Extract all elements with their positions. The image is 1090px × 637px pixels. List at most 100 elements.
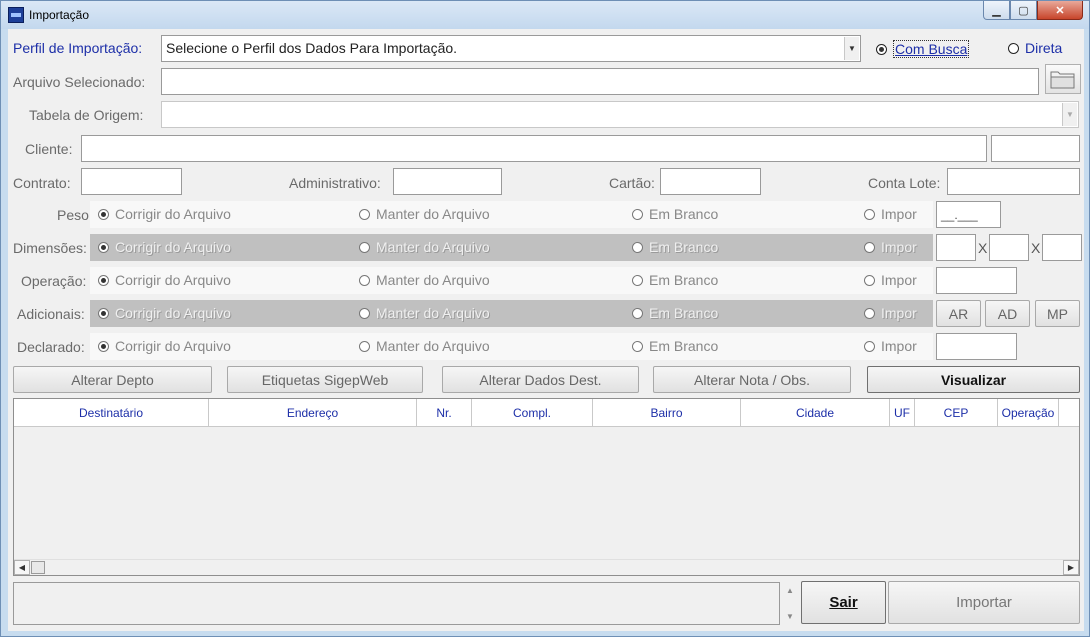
folder-icon bbox=[1050, 71, 1075, 89]
declarado-manter-radio[interactable]: Manter do Arquivo bbox=[359, 338, 490, 354]
alterar-nota-obs-button[interactable]: Alterar Nota / Obs. bbox=[653, 366, 851, 393]
adicionais-label: Adicionais: bbox=[17, 306, 85, 322]
ad-button[interactable]: AD bbox=[985, 300, 1030, 327]
column-header[interactable]: Bairro bbox=[593, 399, 741, 427]
option-label: Corrigir do Arquivo bbox=[115, 239, 231, 255]
column-header[interactable]: Nr. bbox=[417, 399, 472, 427]
declarado-label: Declarado: bbox=[17, 339, 85, 355]
maximize-icon: ▢ bbox=[1018, 4, 1029, 17]
dimensao-largura-input[interactable] bbox=[989, 234, 1029, 261]
log-textarea[interactable] bbox=[13, 582, 780, 625]
title-bar[interactable]: Importação ▁ ▢ ✕ bbox=[1, 1, 1089, 29]
minimize-button[interactable]: ▁ bbox=[983, 1, 1010, 20]
column-header[interactable]: Endereço bbox=[209, 399, 417, 427]
perfil-label: Perfil de Importação: bbox=[13, 40, 143, 56]
operacao-impor-radio[interactable]: Impor bbox=[864, 272, 917, 288]
adicionais-branco-radio[interactable]: Em Branco bbox=[632, 305, 718, 321]
close-icon: ✕ bbox=[1055, 4, 1065, 17]
conta-lote-input[interactable] bbox=[947, 168, 1080, 195]
open-file-button[interactable] bbox=[1045, 64, 1081, 94]
tabela-select[interactable]: ▼ bbox=[161, 101, 1079, 128]
column-header[interactable]: Operação bbox=[998, 399, 1059, 427]
radio-icon bbox=[864, 241, 875, 253]
perfil-select[interactable]: Selecione o Perfil dos Dados Para Import… bbox=[161, 35, 861, 62]
peso-impor-radio[interactable]: Impor bbox=[864, 206, 917, 222]
column-header[interactable]: CEP bbox=[915, 399, 998, 427]
mp-button[interactable]: MP bbox=[1035, 300, 1080, 327]
operacao-manter-radio[interactable]: Manter do Arquivo bbox=[359, 272, 490, 288]
cliente-code-input[interactable] bbox=[991, 135, 1080, 162]
app-icon bbox=[8, 7, 24, 23]
column-header[interactable]: Destinatário bbox=[14, 399, 209, 427]
peso-input[interactable]: __.___ bbox=[936, 201, 1001, 228]
option-label: Manter do Arquivo bbox=[376, 338, 490, 354]
declarado-impor-radio[interactable]: Impor bbox=[864, 338, 917, 354]
peso-branco-radio[interactable]: Em Branco bbox=[632, 206, 718, 222]
etiquetas-sigepweb-button[interactable]: Etiquetas SigepWeb bbox=[227, 366, 423, 393]
dimensoes-impor-radio[interactable]: Impor bbox=[864, 239, 917, 255]
adicionais-impor-radio[interactable]: Impor bbox=[864, 305, 917, 321]
dimensoes-corrigir-radio[interactable]: Corrigir do Arquivo bbox=[98, 239, 231, 255]
peso-corrigir-radio[interactable]: Corrigir do Arquivo bbox=[98, 206, 231, 222]
table-header: Destinatário Endereço Nr. Compl. Bairro … bbox=[14, 399, 1079, 427]
contrato-input[interactable] bbox=[81, 168, 182, 195]
scroll-left-icon[interactable]: ◀ bbox=[14, 560, 30, 575]
dimensao-comprimento-input[interactable] bbox=[1042, 234, 1082, 261]
adicionais-corrigir-radio[interactable]: Corrigir do Arquivo bbox=[98, 305, 231, 321]
declarado-branco-radio[interactable]: Em Branco bbox=[632, 338, 718, 354]
option-label: Impor bbox=[881, 338, 917, 354]
option-label: Corrigir do Arquivo bbox=[115, 305, 231, 321]
option-label: Corrigir do Arquivo bbox=[115, 272, 231, 288]
cliente-input[interactable] bbox=[81, 135, 987, 162]
dimensoes-manter-radio[interactable]: Manter do Arquivo bbox=[359, 239, 490, 255]
operacao-corrigir-radio[interactable]: Corrigir do Arquivo bbox=[98, 272, 231, 288]
radio-icon bbox=[632, 208, 643, 220]
dimensoes-options: Corrigir do Arquivo Manter do Arquivo Em… bbox=[90, 234, 933, 261]
cartao-input[interactable] bbox=[660, 168, 761, 195]
destinatarios-table[interactable]: Destinatário Endereço Nr. Compl. Bairro … bbox=[13, 398, 1080, 576]
dimensao-altura-input[interactable] bbox=[936, 234, 976, 261]
alterar-depto-button[interactable]: Alterar Depto bbox=[13, 366, 212, 393]
operacao-options: Corrigir do Arquivo Manter do Arquivo Em… bbox=[90, 267, 933, 294]
close-button[interactable]: ✕ bbox=[1037, 1, 1083, 20]
declarado-input[interactable] bbox=[936, 333, 1017, 360]
operacao-branco-radio[interactable]: Em Branco bbox=[632, 272, 718, 288]
column-header[interactable]: Compl. bbox=[472, 399, 593, 427]
column-header[interactable]: Cidade bbox=[741, 399, 890, 427]
peso-manter-radio[interactable]: Manter do Arquivo bbox=[359, 206, 490, 222]
radio-selected-icon bbox=[876, 43, 887, 55]
dimensoes-label: Dimensões: bbox=[13, 240, 87, 256]
radio-selected-icon bbox=[98, 307, 109, 319]
chevron-down-icon[interactable]: ▼ bbox=[1062, 103, 1077, 126]
option-label: Impor bbox=[881, 272, 917, 288]
chevron-down-icon[interactable]: ▼ bbox=[844, 37, 859, 60]
operacao-input[interactable] bbox=[936, 267, 1017, 294]
chevron-up-icon[interactable]: ▲ bbox=[786, 586, 794, 595]
ar-button[interactable]: AR bbox=[936, 300, 981, 327]
chevron-down-icon[interactable]: ▼ bbox=[786, 612, 794, 621]
adicionais-manter-radio[interactable]: Manter do Arquivo bbox=[359, 305, 490, 321]
peso-label: Peso: bbox=[57, 207, 93, 223]
perfil-select-value: Selecione o Perfil dos Dados Para Import… bbox=[166, 40, 458, 56]
option-label: Impor bbox=[881, 239, 917, 255]
option-label: Em Branco bbox=[649, 206, 719, 222]
direta-radio[interactable]: Direta bbox=[1008, 40, 1062, 56]
sair-button[interactable]: Sair bbox=[801, 581, 886, 624]
com-busca-radio[interactable]: Com Busca bbox=[876, 40, 970, 58]
administrativo-input[interactable] bbox=[393, 168, 502, 195]
horizontal-scrollbar[interactable]: ◀ ▶ bbox=[14, 559, 1079, 575]
column-header[interactable]: UF bbox=[890, 399, 915, 427]
scroll-thumb[interactable] bbox=[31, 561, 45, 574]
visualizar-button[interactable]: Visualizar bbox=[867, 366, 1080, 393]
maximize-button[interactable]: ▢ bbox=[1010, 1, 1037, 20]
conta-lote-label: Conta Lote: bbox=[868, 175, 941, 191]
declarado-corrigir-radio[interactable]: Corrigir do Arquivo bbox=[98, 338, 231, 354]
arquivo-input[interactable] bbox=[161, 68, 1039, 95]
importar-button[interactable]: Importar bbox=[888, 581, 1080, 624]
radio-selected-icon bbox=[98, 208, 109, 220]
window-title: Importação bbox=[29, 8, 90, 22]
memo-spinner[interactable]: ▲ ▼ bbox=[784, 582, 798, 625]
dimensoes-branco-radio[interactable]: Em Branco bbox=[632, 239, 718, 255]
scroll-right-icon[interactable]: ▶ bbox=[1063, 560, 1079, 575]
alterar-dados-dest-button[interactable]: Alterar Dados Dest. bbox=[442, 366, 639, 393]
